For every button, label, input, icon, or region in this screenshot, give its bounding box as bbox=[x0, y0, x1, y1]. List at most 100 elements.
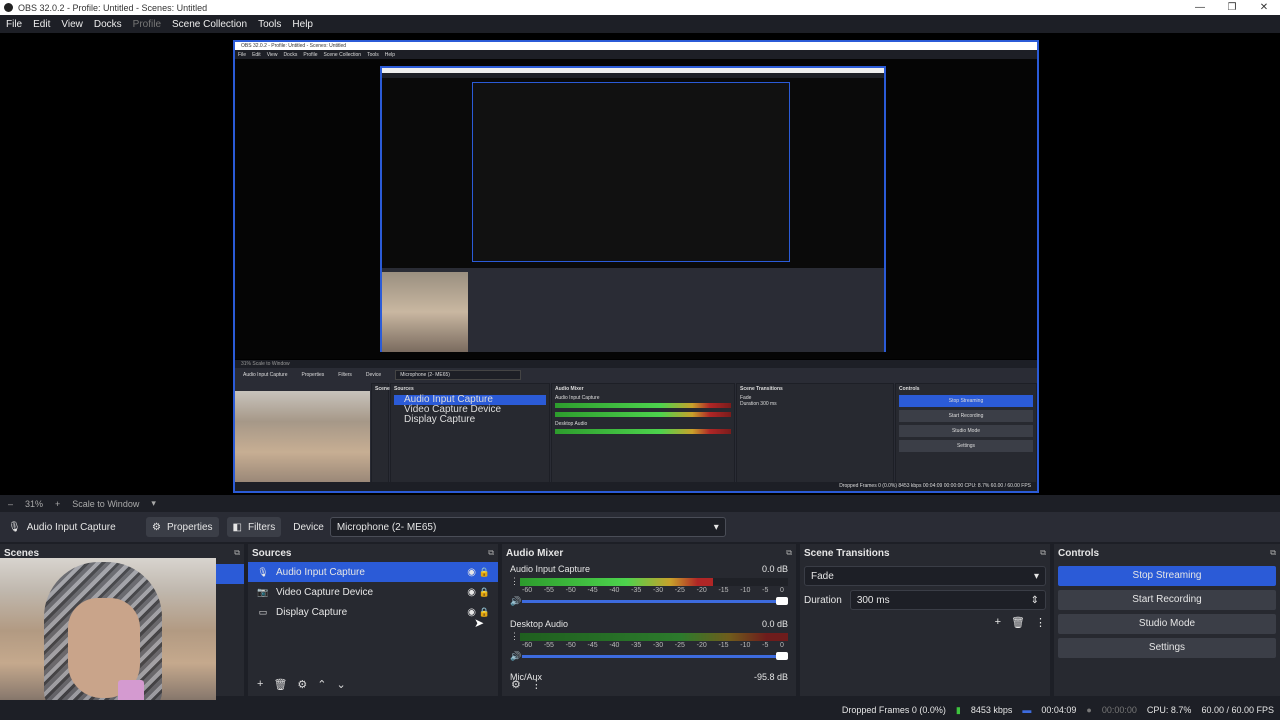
volume-meter bbox=[520, 632, 788, 641]
selected-source-name: Audio Input Capture bbox=[26, 521, 116, 533]
scale-dropdown-icon[interactable]: ▾ bbox=[151, 498, 156, 509]
mixer-title: Audio Mixer bbox=[506, 547, 564, 559]
nested-control-button: Studio Mode bbox=[899, 425, 1033, 437]
add-transition-button[interactable]: + bbox=[995, 616, 1001, 629]
nested-zoom: 31% Scale to Window bbox=[235, 360, 1037, 368]
settings-button[interactable]: Settings bbox=[1058, 638, 1276, 658]
nested-control-button: Settings bbox=[899, 440, 1033, 452]
device-select[interactable]: Microphone (2- ME65) ▾ bbox=[329, 517, 726, 537]
fader-track[interactable] bbox=[522, 597, 788, 605]
scene-row-selected[interactable] bbox=[216, 564, 244, 584]
scale-tick: -40 bbox=[609, 642, 620, 649]
chevron-down-icon: ▾ bbox=[713, 521, 719, 533]
mixer-menu-icon[interactable]: ⋮ bbox=[531, 678, 542, 691]
scale-tick: -10 bbox=[740, 642, 751, 649]
speaker-icon[interactable]: 🔊 bbox=[510, 596, 522, 607]
undock-icon[interactable]: ⧉ bbox=[488, 548, 494, 558]
speaker-icon[interactable]: 🔊 bbox=[510, 651, 522, 662]
fader-knob[interactable] bbox=[776, 652, 788, 660]
scenes-title: Scenes bbox=[4, 547, 40, 559]
duration-value: 300 ms bbox=[856, 594, 890, 606]
stream-time: 00:04:09 bbox=[1041, 705, 1077, 715]
source-properties-button[interactable]: ⚙ bbox=[297, 678, 307, 691]
nested-transitions-panel: Scene Transitions Fade Duration 300 ms bbox=[736, 383, 894, 490]
duration-input[interactable]: 300 ms ⇕ bbox=[849, 590, 1046, 610]
scale-tick: -60 bbox=[522, 587, 533, 594]
transition-select[interactable]: Fade ▾ bbox=[804, 566, 1046, 586]
record-icon: ● bbox=[1086, 705, 1092, 715]
maximize-button[interactable]: ❐ bbox=[1216, 0, 1248, 15]
zoom-in-button[interactable]: + bbox=[55, 499, 60, 509]
menu-scene-collection[interactable]: Scene Collection bbox=[172, 19, 247, 30]
volume-fader[interactable]: 🔊 bbox=[510, 651, 788, 662]
mixer-channel: Desktop Audio 0.0 dB ⋮ -60 -55 -50 -45 -… bbox=[502, 617, 796, 662]
menu-edit[interactable]: Edit bbox=[33, 19, 50, 30]
undock-icon[interactable]: ⧉ bbox=[1040, 548, 1046, 558]
monitor-icon: ▭ bbox=[258, 606, 268, 617]
source-row-video-capture[interactable]: 📷 Video Capture Device ◉ 🔒 bbox=[248, 582, 498, 602]
mixer-settings-icon[interactable]: ⚙ bbox=[511, 678, 521, 691]
zoom-out-button[interactable]: – bbox=[8, 499, 13, 509]
menu-docks[interactable]: Docks bbox=[94, 19, 122, 30]
window-title: OBS 32.0.2 - Profile: Untitled - Scenes:… bbox=[18, 2, 208, 13]
visibility-eye-icon[interactable]: ◉ bbox=[467, 567, 476, 578]
menu-tools[interactable]: Tools bbox=[258, 19, 281, 30]
scale-mode[interactable]: Scale to Window bbox=[72, 499, 139, 509]
microphone-icon: 🎙 bbox=[257, 566, 269, 577]
fader-track[interactable] bbox=[522, 652, 788, 660]
nested-sources-title: Sources bbox=[394, 386, 414, 392]
nested-preview bbox=[235, 59, 1037, 359]
move-down-button[interactable]: ⌄ bbox=[337, 678, 346, 691]
properties-button[interactable]: ⚙ Properties bbox=[146, 517, 219, 537]
undock-icon[interactable]: ⧉ bbox=[1270, 548, 1276, 558]
scale-tick: -25 bbox=[674, 642, 685, 649]
undock-icon[interactable]: ⧉ bbox=[234, 548, 240, 558]
fader-knob[interactable] bbox=[776, 597, 788, 605]
fps: 60.00 / 60.00 FPS bbox=[1201, 705, 1274, 715]
remove-transition-button[interactable]: 🗑 bbox=[1011, 616, 1025, 629]
nested-duration: Duration 300 ms bbox=[740, 401, 777, 407]
add-source-button[interactable]: + bbox=[257, 678, 263, 690]
sources-title: Sources bbox=[252, 547, 292, 559]
lock-icon[interactable]: 🔒 bbox=[479, 587, 490, 598]
nested-menu: File Edit View Docks Profile Scene Colle… bbox=[235, 50, 1037, 59]
move-up-button[interactable]: ⌃ bbox=[317, 678, 326, 691]
source-row-display-capture[interactable]: ▭ Display Capture ◉ 🔒 bbox=[248, 602, 498, 622]
channel-menu-icon[interactable]: ⋮ bbox=[510, 631, 520, 642]
transition-value: Fade bbox=[811, 570, 834, 582]
deeper-nested-capture bbox=[380, 66, 886, 352]
nested-webcam-image bbox=[235, 391, 370, 491]
scale-tick: -30 bbox=[652, 642, 664, 649]
start-recording-button[interactable]: Start Recording bbox=[1058, 590, 1276, 610]
nested-device-value: Microphone (2- ME65) bbox=[395, 370, 521, 380]
nested-menu-item: Edit bbox=[252, 51, 261, 58]
filter-icon: ◧ bbox=[232, 521, 242, 533]
remove-source-button[interactable]: 🗑 bbox=[273, 678, 287, 691]
filters-button[interactable]: ◧ Filters bbox=[226, 517, 282, 537]
source-row-audio-input[interactable]: 🎙 Audio Input Capture ◉ 🔒 bbox=[248, 562, 498, 582]
studio-mode-button[interactable]: Studio Mode bbox=[1058, 614, 1276, 634]
volume-fader[interactable]: 🔊 bbox=[510, 596, 788, 607]
deepest-capture bbox=[472, 82, 790, 262]
undock-icon[interactable]: ⧉ bbox=[786, 548, 792, 558]
scale-tick: 0 bbox=[780, 642, 784, 649]
nested-transitions-title: Scene Transitions bbox=[740, 386, 783, 392]
duration-label: Duration bbox=[804, 594, 842, 606]
minimize-button[interactable]: — bbox=[1184, 0, 1216, 15]
nested-device-label: Device bbox=[365, 372, 382, 378]
scale-tick: -50 bbox=[565, 642, 576, 649]
stepper-icon[interactable]: ⇕ bbox=[1031, 595, 1039, 606]
menu-profile[interactable]: Profile bbox=[133, 19, 161, 30]
visibility-eye-icon[interactable]: ◉ bbox=[467, 587, 476, 598]
transition-menu-icon[interactable]: ⋮ bbox=[1035, 616, 1046, 629]
stop-streaming-button[interactable]: Stop Streaming bbox=[1058, 566, 1276, 586]
channel-menu-icon[interactable]: ⋮ bbox=[510, 576, 520, 587]
menu-file[interactable]: File bbox=[6, 19, 22, 30]
controls-dock: Controls ⧉ Stop Streaming Start Recordin… bbox=[1054, 544, 1280, 696]
chevron-down-icon: ▾ bbox=[1033, 570, 1039, 582]
close-button[interactable]: ✕ bbox=[1248, 0, 1280, 15]
lock-icon[interactable]: 🔒 bbox=[479, 567, 490, 578]
menu-help[interactable]: Help bbox=[292, 19, 313, 30]
menu-view[interactable]: View bbox=[61, 19, 83, 30]
filters-label: Filters bbox=[248, 521, 276, 533]
